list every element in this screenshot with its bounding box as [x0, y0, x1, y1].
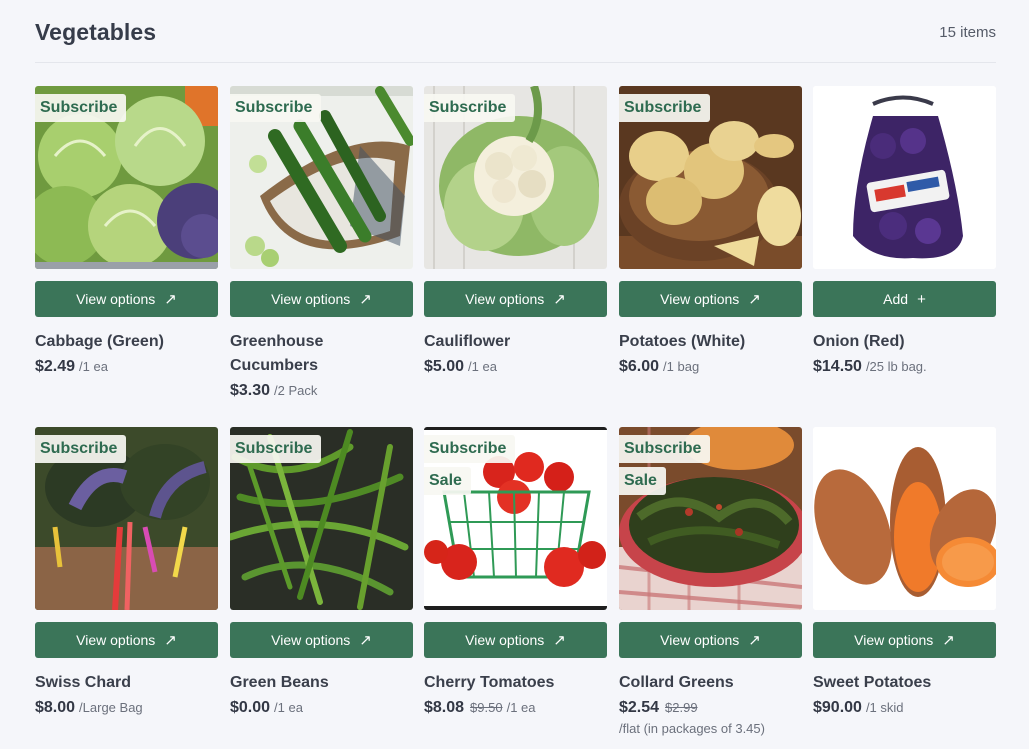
view-options-button[interactable]: View options ↗ [35, 622, 218, 658]
button-label: View options [76, 291, 156, 307]
view-options-button[interactable]: View options ↗ [424, 622, 607, 658]
view-options-button[interactable]: View options ↗ [35, 281, 218, 317]
product-image-sweet-potatoes[interactable] [813, 427, 996, 610]
page-header: Vegetables 15 items [35, 18, 996, 63]
product-price: $8.08 [424, 699, 465, 716]
price-row: $6.00/1 bag [619, 356, 802, 378]
product-name: Cabbage (Green) [35, 333, 164, 350]
external-arrow-icon: ↗ [748, 290, 761, 308]
page-title: Vegetables [35, 19, 157, 45]
product-name: Collard Greens [619, 674, 734, 691]
product-price: $0.00 [230, 699, 271, 716]
price-unit: /25 lb bag. [865, 359, 927, 374]
external-arrow-icon: ↗ [553, 631, 566, 649]
external-arrow-icon: ↗ [359, 290, 372, 308]
button-label: View options [660, 632, 740, 648]
product-price: $90.00 [813, 699, 862, 716]
product-name: Potatoes (White) [619, 333, 746, 350]
price-row: $5.00/1 ea [424, 356, 607, 378]
price-row: $0.00/1 ea [230, 697, 413, 719]
product-price: $5.00 [424, 358, 465, 375]
button-label: View options [465, 632, 545, 648]
view-options-button[interactable]: View options ↗ [619, 281, 802, 317]
external-arrow-icon: ↗ [164, 631, 177, 649]
price-row: $8.00/Large Bag [35, 697, 218, 719]
product-name: Sweet Potatoes [813, 674, 932, 691]
product-name: Onion (Red) [813, 333, 905, 350]
price-unit: /1 ea [506, 700, 536, 715]
price-row: $90.00/1 skid [813, 697, 996, 719]
price-row: $2.49/1 ea [35, 356, 218, 378]
product-name: Greenhouse Cucumbers [230, 333, 324, 374]
product-price: $8.00 [35, 699, 76, 716]
item-count: 15 items [939, 24, 996, 41]
plus-icon: + [917, 290, 926, 308]
subscribe-badge: Subscribe [35, 435, 127, 463]
button-label: View options [465, 291, 545, 307]
view-options-button[interactable]: View options ↗ [813, 622, 996, 658]
view-options-button[interactable]: View options ↗ [424, 281, 607, 317]
price-unit: /2 Pack [274, 383, 318, 398]
price-unit: /1 ea [468, 359, 497, 374]
price-unit: /1 ea [79, 359, 108, 374]
view-options-button[interactable]: View options ↗ [230, 622, 413, 658]
subscribe-badge: Subscribe [424, 435, 516, 463]
subscribe-badge: Subscribe [424, 94, 516, 122]
button-label: View options [660, 291, 740, 307]
external-arrow-icon: ↗ [359, 631, 372, 649]
sale-badge: Sale [424, 467, 471, 495]
button-label: Add [883, 291, 909, 307]
product-price: $14.50 [813, 358, 862, 375]
external-arrow-icon: ↗ [553, 290, 566, 308]
view-options-button[interactable]: View options ↗ [619, 622, 802, 658]
subscribe-badge: Subscribe [35, 94, 127, 122]
product-name: Cherry Tomatoes [424, 674, 555, 691]
view-options-button[interactable]: View options ↗ [230, 281, 413, 317]
external-arrow-icon: ↗ [164, 290, 177, 308]
price-unit: /1 skid [865, 700, 904, 715]
price-row: $14.50/25 lb bag. [813, 356, 996, 378]
subscribe-badge: Subscribe [230, 435, 322, 463]
product-price: $3.30 [230, 382, 271, 399]
price-row: $2.54 $2.99 [619, 697, 802, 719]
external-arrow-icon: ↗ [942, 631, 955, 649]
subscribe-badge: Subscribe [619, 435, 711, 463]
product-name: Cauliflower [424, 333, 511, 350]
button-label: View options [76, 632, 156, 648]
product-name: Swiss Chard [35, 674, 132, 691]
add-to-cart-button[interactable]: Add + [813, 281, 996, 317]
original-price: $9.50 [470, 700, 503, 715]
subscribe-badge: Subscribe [619, 94, 711, 122]
subscribe-badge: Subscribe [230, 94, 322, 122]
product-image-onion[interactable] [813, 86, 996, 269]
original-price: $2.99 [665, 700, 698, 715]
sale-badge: Sale [619, 467, 666, 495]
price-row: $3.30/2 Pack [230, 380, 413, 402]
price-unit: /1 bag [663, 359, 700, 374]
product-price: $6.00 [619, 358, 660, 375]
external-arrow-icon: ↗ [748, 631, 761, 649]
product-price: $2.49 [35, 358, 76, 375]
button-label: View options [271, 632, 351, 648]
product-name: Green Beans [230, 674, 329, 691]
price-unit: /Large Bag [79, 700, 143, 715]
button-label: View options [854, 632, 934, 648]
product-price: $2.54 [619, 699, 660, 716]
price-row: $8.08 $9.50/1 ea [424, 697, 607, 719]
price-unit: /flat (in packages of 3.45) [619, 721, 765, 736]
price-unit: /1 ea [274, 700, 303, 715]
button-label: View options [271, 291, 351, 307]
